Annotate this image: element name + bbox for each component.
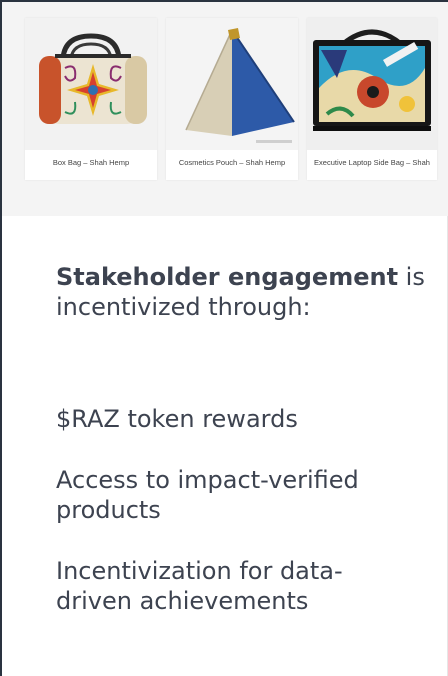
product-caption[interactable]: Box Bag – Shah Hemp <box>25 158 157 167</box>
product-caption[interactable]: Executive Laptop Side Bag – Shah <box>307 158 437 167</box>
product-card-cosmetics-pouch[interactable]: Cosmetics Pouch – Shah Hemp <box>166 18 298 180</box>
product-card-laptop-bag[interactable]: Executive Laptop Side Bag – Shah <box>307 18 437 180</box>
product-gallery: Box Bag – Shah Hemp Cosmetics Pouch – Sh… <box>2 2 448 216</box>
incentive-item: Access to impact-verified products <box>56 466 359 524</box>
section-heading: Stakeholder engagement is incentivized t… <box>56 262 426 322</box>
laptop-bag-image <box>307 18 437 150</box>
box-bag-image <box>25 18 157 150</box>
product-card-box-bag[interactable]: Box Bag – Shah Hemp <box>25 18 157 180</box>
engagement-section: Stakeholder engagement is incentivized t… <box>56 262 426 615</box>
product-image-laptop-bag[interactable] <box>307 18 437 150</box>
incentive-item: $RAZ token rewards <box>56 405 298 433</box>
product-image-box-bag[interactable] <box>25 18 157 150</box>
incentive-item: Incentivization for data-driven achievem… <box>56 557 343 615</box>
heading-bold-text: Stakeholder engagement <box>56 263 399 291</box>
product-caption[interactable]: Cosmetics Pouch – Shah Hemp <box>166 158 298 167</box>
cosmetics-pouch-image <box>166 18 298 150</box>
product-image-cosmetics-pouch[interactable] <box>166 18 298 150</box>
